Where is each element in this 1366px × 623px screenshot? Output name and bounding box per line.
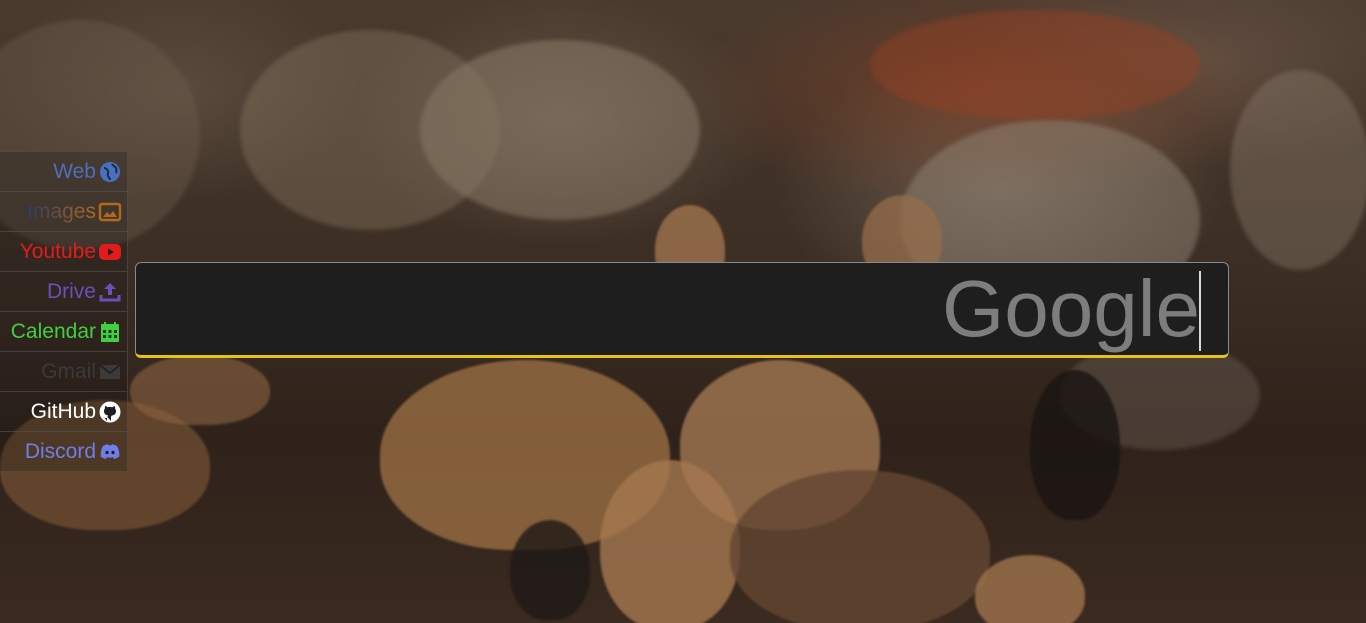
sidebar-item-calendar[interactable]: Calendar — [0, 312, 127, 352]
upload-icon — [98, 280, 122, 304]
youtube-icon — [98, 240, 122, 264]
seal-shape — [510, 520, 590, 620]
search-input[interactable] — [136, 263, 1228, 355]
github-icon — [98, 400, 122, 424]
envelope-icon — [98, 360, 122, 384]
wallpaper-background: Web Images Youtube Drive Calendar Gmail … — [0, 0, 1366, 623]
sidebar-item-label: Youtube — [19, 239, 96, 263]
image-icon — [98, 200, 122, 224]
globe-icon — [98, 160, 122, 184]
seal-shape — [730, 470, 990, 623]
seal-shape — [975, 555, 1085, 623]
sidebar-item-label: GitHub — [30, 399, 96, 423]
rock-shape — [1230, 70, 1366, 270]
seal-shape — [1030, 370, 1120, 520]
seal-shape — [130, 355, 270, 425]
rock-shape — [240, 30, 500, 230]
sidebar-item-github[interactable]: GitHub — [0, 392, 127, 432]
sidebar-item-label: Discord — [24, 439, 96, 463]
sidebar-item-label: Drive — [46, 279, 96, 303]
sidebar-item-label: Gmail — [41, 359, 96, 383]
sidebar-item-images[interactable]: Images — [0, 192, 127, 232]
calendar-icon — [98, 320, 122, 344]
discord-icon — [98, 440, 122, 464]
sidebar-item-label: Web — [53, 159, 96, 183]
sidebar-item-gmail[interactable]: Gmail — [0, 352, 127, 392]
sidebar-item-web[interactable]: Web — [0, 152, 127, 192]
text-caret — [1199, 271, 1201, 351]
search-box — [135, 262, 1229, 358]
rock-shape — [870, 10, 1200, 120]
sidebar-item-label: Images — [27, 199, 96, 223]
sidebar-item-drive[interactable]: Drive — [0, 272, 127, 312]
sidebar-item-discord[interactable]: Discord — [0, 432, 127, 471]
sidebar-item-youtube[interactable]: Youtube — [0, 232, 127, 272]
seal-shape — [600, 460, 740, 623]
quick-links-sidebar: Web Images Youtube Drive Calendar Gmail … — [0, 151, 128, 472]
sidebar-item-label: Calendar — [10, 319, 96, 343]
